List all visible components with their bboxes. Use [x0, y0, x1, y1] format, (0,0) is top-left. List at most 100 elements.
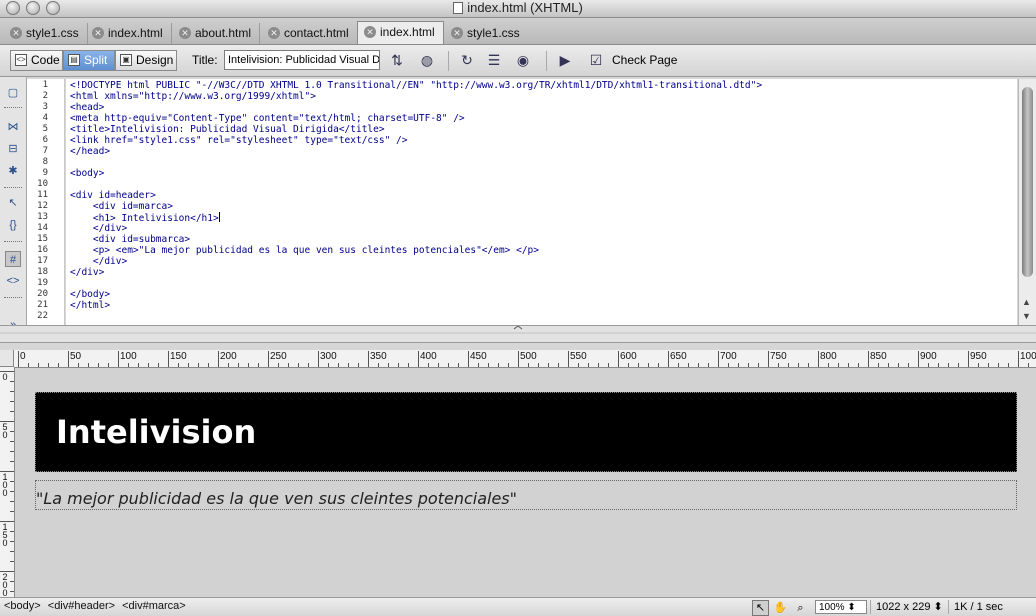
collapse-full-tag-icon[interactable]: ⋈ — [5, 119, 21, 135]
ruler-tick — [928, 363, 929, 367]
window-size-select[interactable]: 1022 x 229 ⬍ — [870, 600, 943, 614]
code-line[interactable]: <head> — [70, 102, 104, 113]
ruler-tick — [668, 351, 669, 367]
ruler-tick — [548, 363, 549, 367]
ruler-tick — [78, 363, 79, 367]
code-line[interactable]: </div> — [70, 223, 127, 234]
close-icon[interactable]: ✕ — [92, 27, 104, 39]
ruler-label: 100 — [120, 351, 137, 362]
code-line[interactable]: <html xmlns="http://www.w3.org/1999/xhtm… — [70, 91, 316, 102]
code-line[interactable]: <!DOCTYPE html PUBLIC "-//W3C//DTD XHTML… — [70, 80, 762, 91]
open-documents-icon[interactable]: ▢ — [5, 85, 21, 101]
line-number: 14 — [37, 223, 48, 233]
tab-index-html[interactable]: ✕ index.html — [86, 23, 172, 44]
close-icon[interactable]: ✕ — [364, 26, 376, 38]
tab-contact-html[interactable]: ✕ contact.html — [262, 23, 358, 44]
ruler-tick — [258, 363, 259, 367]
code-line[interactable]: <div id=header> — [70, 190, 156, 201]
tab-about-html[interactable]: ✕ about.html — [173, 23, 261, 44]
ruler-tick — [128, 363, 129, 367]
ruler-label: 2 0 0 — [2, 572, 8, 598]
collapse-selection-icon[interactable]: ⊟ — [5, 141, 21, 157]
code-vertical-scrollbar[interactable]: ▲ ▼ — [1018, 79, 1036, 325]
code-line[interactable]: </head> — [70, 146, 110, 157]
code-editor[interactable]: <!DOCTYPE html PUBLIC "-//W3C//DTD XHTML… — [66, 79, 1017, 325]
ruler-origin[interactable] — [0, 350, 14, 367]
line-numbers-icon[interactable]: # — [5, 251, 21, 267]
ruler-tick — [148, 363, 149, 367]
close-icon[interactable]: ✕ — [268, 27, 280, 39]
code-line[interactable]: <meta http-equiv="Content-Type" content=… — [70, 113, 465, 124]
highlight-invalid-code-icon[interactable]: <> — [5, 273, 21, 289]
refresh-icon[interactable]: ↻ — [458, 51, 476, 69]
code-line[interactable]: <title>Intelivision: Publicidad Visual D… — [70, 124, 385, 135]
tag-body[interactable]: <body> — [4, 600, 41, 612]
ruler-label: 350 — [370, 351, 387, 362]
ruler-tick — [608, 363, 609, 367]
close-icon[interactable]: ✕ — [179, 27, 191, 39]
line-number: 18 — [37, 267, 48, 277]
scroll-down-icon[interactable]: ▼ — [1022, 311, 1031, 321]
scrollbar-thumb[interactable] — [1022, 87, 1033, 277]
submarca-div[interactable]: "La mejor publicidad es la que ven sus c… — [35, 480, 1017, 510]
tab-index-html-active[interactable]: ✕ index.html — [357, 21, 444, 44]
code-view-button[interactable]: <> Code — [10, 50, 63, 71]
split-view-icon: ▤ — [68, 54, 80, 66]
check-page-icon[interactable]: ☑ — [587, 51, 605, 69]
line-number: 8 — [42, 157, 48, 167]
close-icon[interactable]: ✕ — [10, 27, 22, 39]
split-divider[interactable] — [0, 325, 1036, 343]
tab-style1-css[interactable]: ✕ style1.css — [4, 23, 88, 44]
ruler-tick — [188, 363, 189, 367]
code-line[interactable]: <div id=submarca> — [70, 234, 190, 245]
code-line[interactable]: </div> — [70, 267, 104, 278]
tag-div-marca[interactable]: <div#marca> — [122, 600, 186, 612]
validate-markup-icon[interactable]: ▶ — [556, 51, 574, 69]
close-icon[interactable]: ✕ — [451, 27, 463, 39]
header-div[interactable]: Intelivision — [35, 392, 1017, 472]
page-heading[interactable]: Intelivision — [56, 413, 256, 451]
expand-all-icon[interactable]: ✱ — [5, 163, 21, 179]
tag-div-header[interactable]: <div#header> — [48, 600, 115, 612]
visual-aids-icon[interactable]: ◉ — [514, 51, 532, 69]
design-view[interactable]: Intelivision "La mejor publicidad es la … — [15, 368, 1036, 597]
ruler-tick — [338, 363, 339, 367]
view-options-icon[interactable]: ☰ — [485, 51, 503, 69]
hand-tool-icon[interactable]: ✋ — [772, 600, 789, 616]
ruler-label: 550 — [570, 351, 587, 362]
zoom-tool-icon[interactable]: ⌕ — [792, 600, 809, 616]
ruler-label: 900 — [920, 351, 937, 362]
tab-style1-css-2[interactable]: ✕ style1.css — [445, 23, 528, 44]
page-title-input[interactable]: Intelivision: Publicidad Visual D — [224, 50, 380, 70]
slogan-text[interactable]: "La mejor publicidad es la que ven sus c… — [36, 489, 517, 508]
code-line[interactable]: </html> — [70, 300, 110, 311]
ruler-label: 1 5 0 — [2, 522, 8, 548]
design-view-button[interactable]: ▣ Design — [115, 50, 177, 71]
ruler-tick — [598, 363, 599, 367]
ruler-label: 100 — [1020, 351, 1036, 362]
code-line[interactable]: <p> <em>"La mejor publicidad es la que v… — [70, 245, 539, 256]
ruler-tick — [578, 363, 579, 367]
ruler-tick — [10, 551, 14, 552]
ruler-tick — [138, 363, 139, 367]
code-line[interactable]: <body> — [70, 168, 104, 179]
scroll-up-icon[interactable]: ▲ — [1022, 297, 1031, 307]
code-line[interactable]: </body> — [70, 289, 110, 300]
preview-in-browser-icon[interactable]: ◍ — [418, 51, 436, 69]
ruler-tick — [408, 363, 409, 367]
zoom-select[interactable]: 100% ⬍ — [815, 600, 867, 614]
balance-braces-icon[interactable]: {} — [5, 217, 21, 233]
ruler-tick — [778, 363, 779, 367]
code-line[interactable]: <link href="style1.css" rel="stylesheet"… — [70, 135, 407, 146]
file-management-icon[interactable]: ⇅ — [388, 51, 406, 69]
select-parent-tag-icon[interactable]: ↖ — [5, 195, 21, 211]
code-line[interactable]: </div> — [70, 256, 127, 267]
select-tool-icon[interactable]: ↖ — [752, 600, 769, 616]
split-view-button[interactable]: ▤ Split — [63, 50, 115, 71]
ruler-tick — [228, 363, 229, 367]
design-view-label: Design — [136, 53, 174, 67]
vertical-ruler: 0 5 0 1 0 0 1 5 0 2 0 0 — [0, 367, 15, 597]
code-line[interactable]: <div id=marca> — [70, 201, 173, 212]
line-number: 7 — [42, 146, 48, 156]
check-page-button[interactable]: Check Page — [612, 53, 677, 67]
